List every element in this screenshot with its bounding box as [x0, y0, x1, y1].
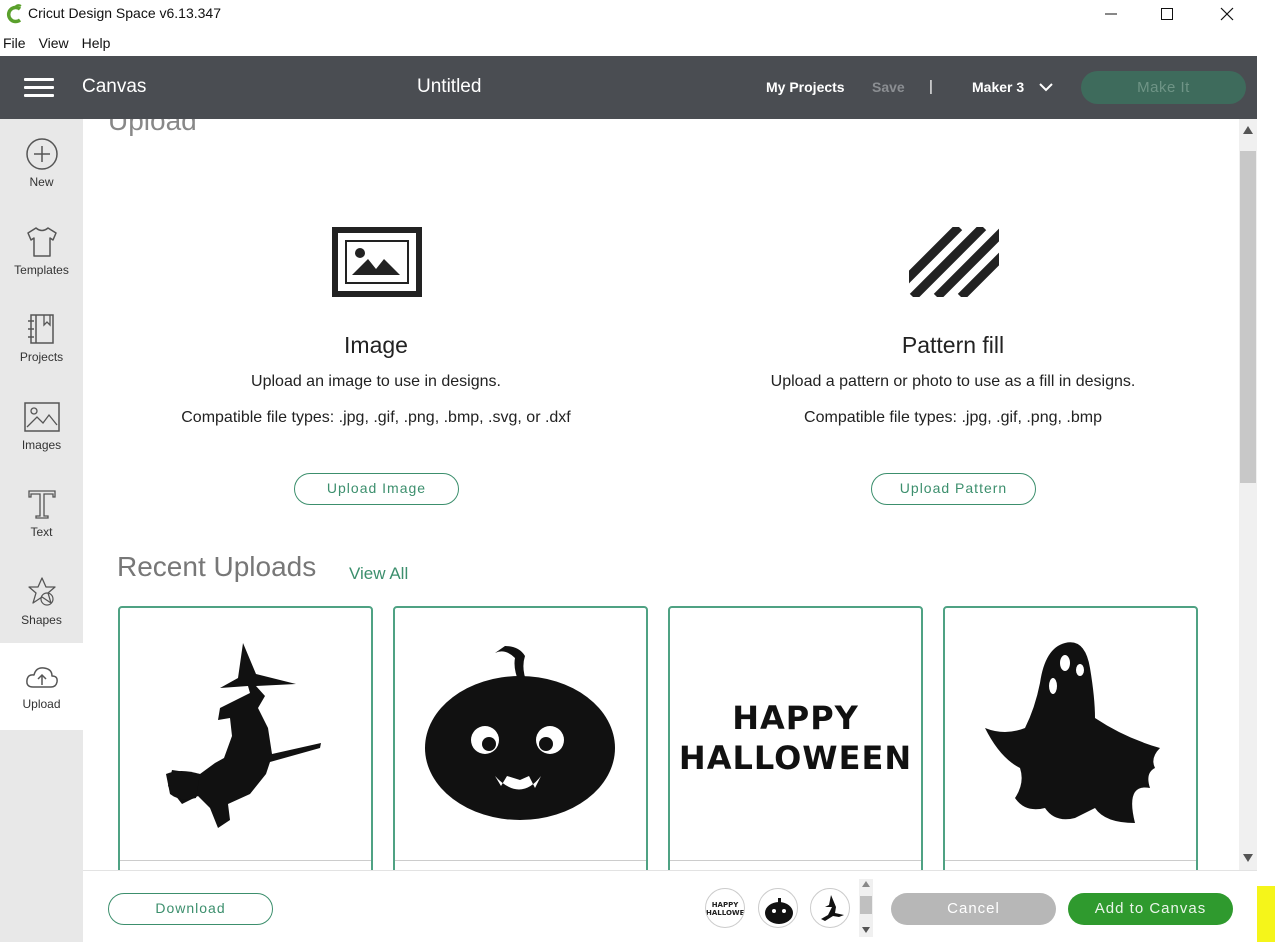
window-titlebar: Cricut Design Space v6.13.347 — [0, 0, 1275, 30]
canvas-label: Canvas — [82, 76, 147, 97]
cloud-upload-icon — [25, 667, 58, 688]
sidebar-item-images[interactable]: Images — [0, 400, 83, 486]
recent-upload-card-pumpkin[interactable] — [393, 606, 648, 870]
sidebar-item-new[interactable]: New — [0, 137, 83, 223]
sidebar-item-label: Templates — [14, 263, 69, 277]
upload-pattern-description: Upload a pattern or photo to use as a fi… — [770, 373, 1136, 390]
sidebar-item-projects[interactable]: Projects — [0, 312, 83, 398]
scroll-up-icon[interactable] — [1243, 126, 1253, 134]
recent-upload-card-witch[interactable] — [118, 606, 373, 870]
sidebar-item-templates[interactable]: Templates — [0, 225, 83, 311]
sidebar-item-label: Shapes — [21, 613, 62, 627]
pumpkin-thumb-icon — [765, 898, 793, 924]
recent-uploads-title: Recent Uploads — [117, 551, 317, 582]
sidebar-item-label: Upload — [22, 697, 61, 711]
menu-view[interactable]: View — [36, 32, 69, 54]
maximize-button[interactable] — [1138, 0, 1196, 28]
recent-upload-card-happy-halloween[interactable]: HAPPY HALLOWEEN — [668, 606, 923, 870]
card-divider — [120, 860, 371, 861]
plus-circle-icon — [25, 138, 58, 170]
window-title: Cricut Design Space v6.13.347 — [28, 5, 221, 21]
thumb-scrollbar[interactable] — [859, 879, 873, 937]
document-title[interactable]: Untitled — [417, 76, 481, 98]
sidebar-item-text[interactable]: Text — [0, 487, 83, 573]
view-all-link[interactable]: View All — [349, 564, 408, 584]
upload-panel: Upload Image Upload an image to use in d… — [83, 119, 1239, 870]
my-projects-link[interactable]: My Projects — [766, 79, 845, 95]
upload-image-column: Image Upload an image to use in designs.… — [96, 332, 656, 427]
chevron-down-icon[interactable] — [1038, 81, 1054, 93]
halloween-line-2: HALLOWEEN — [678, 739, 913, 777]
menu-file[interactable]: File — [0, 32, 26, 54]
sidebar-item-label: Text — [30, 525, 53, 539]
halloween-line-1: HAPPY — [732, 699, 859, 737]
upload-image-button[interactable]: Upload Image — [294, 473, 459, 505]
close-icon — [1220, 7, 1234, 21]
ghost-silhouette-image — [985, 642, 1160, 823]
selected-thumb-witch[interactable] — [810, 888, 850, 928]
add-to-canvas-button[interactable]: Add to Canvas — [1068, 893, 1233, 925]
tshirt-icon — [26, 227, 57, 257]
pattern-fill-icon — [909, 227, 999, 297]
menu-bar: File View Help — [0, 32, 1275, 54]
sidebar-item-label: Images — [21, 438, 62, 452]
notebook-icon — [27, 314, 54, 344]
cancel-button[interactable]: Cancel — [891, 893, 1056, 925]
mini-scroll-thumb[interactable] — [860, 896, 872, 914]
close-window-button[interactable] — [1198, 0, 1256, 28]
upload-pattern-heading: Pattern fill — [901, 332, 1005, 358]
page-title: Upload — [108, 119, 197, 136]
upload-pattern-types: Compatible file types: .jpg, .gif, .png,… — [804, 409, 1102, 426]
upload-image-icon — [332, 227, 422, 297]
machine-selector[interactable]: Maker 3 — [972, 79, 1024, 95]
image-icon — [23, 402, 60, 432]
scroll-down-icon[interactable] — [1243, 854, 1253, 862]
witch-silhouette-image — [166, 643, 321, 828]
mini-scroll-up-icon[interactable] — [862, 881, 870, 887]
hamburger-menu-icon[interactable] — [24, 78, 54, 98]
thumb-halloween-text: HAPPY HALLOWEEN — [706, 901, 745, 917]
recent-upload-card-ghost[interactable] — [943, 606, 1198, 870]
upload-image-heading: Image — [344, 332, 408, 358]
sidebar-item-upload[interactable]: Upload — [0, 643, 83, 730]
header-separator: | — [929, 78, 933, 95]
minimize-icon — [1105, 13, 1117, 15]
shapes-icon — [27, 577, 56, 606]
upload-image-types: Compatible file types: .jpg, .gif, .png,… — [181, 409, 571, 426]
witch-thumb-icon — [821, 895, 844, 921]
make-it-button[interactable]: Make It — [1081, 71, 1246, 104]
save-link[interactable]: Save — [872, 79, 905, 95]
mini-scroll-down-icon[interactable] — [862, 927, 870, 933]
card-divider — [945, 860, 1196, 861]
happy-halloween-text-image: HAPPY HALLOWEEN — [670, 698, 921, 778]
sidebar-item-label: New — [29, 175, 54, 189]
maximize-icon — [1161, 8, 1173, 20]
scroll-thumb[interactable] — [1240, 151, 1256, 483]
sidebar-item-label: Projects — [19, 350, 64, 364]
jack-o-lantern-image — [425, 646, 615, 820]
text-T-icon — [27, 490, 56, 519]
card-divider — [395, 860, 646, 861]
menu-help[interactable]: Help — [79, 32, 111, 54]
card-divider — [670, 860, 921, 861]
minimize-button[interactable] — [1082, 0, 1140, 28]
upload-pattern-button[interactable]: Upload Pattern — [871, 473, 1036, 505]
main-scrollbar[interactable] — [1239, 119, 1257, 870]
selected-thumb-pumpkin[interactable] — [758, 888, 798, 928]
left-sidebar: New Templates Projects Images Text Shape… — [0, 119, 83, 942]
cricut-logo-icon — [6, 4, 22, 24]
download-button[interactable]: Download — [108, 893, 273, 925]
upload-pattern-column: Pattern fill Upload a pattern or photo t… — [673, 332, 1233, 427]
selected-thumb-happy-halloween[interactable]: HAPPY HALLOWEEN — [705, 888, 745, 928]
header-bar: Canvas Untitled My Projects Save | Maker… — [0, 56, 1257, 119]
upload-image-description: Upload an image to use in designs. — [251, 373, 501, 390]
bottom-action-bar: Download HAPPY HALLOWEEN Cancel Add to C… — [83, 870, 1257, 942]
